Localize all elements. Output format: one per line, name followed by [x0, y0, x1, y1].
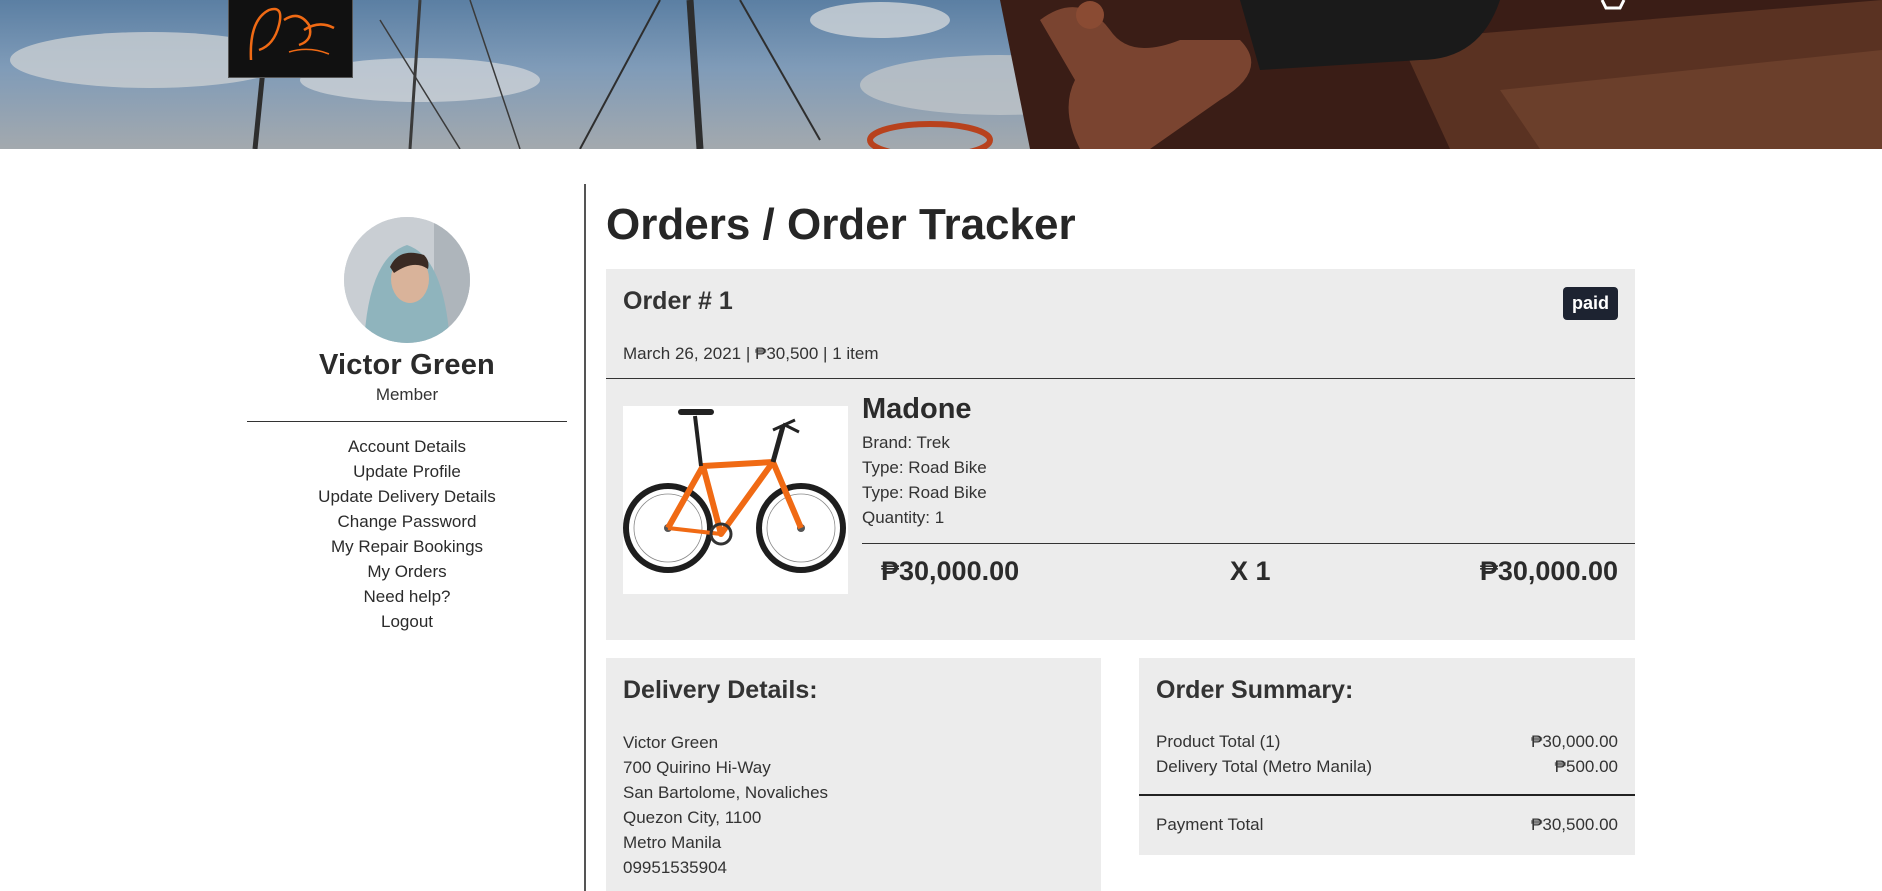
- product-image[interactable]: [623, 406, 848, 594]
- delivery-total-value: ₱500.00: [1554, 757, 1618, 776]
- payment-total-label: Payment Total: [1156, 815, 1264, 834]
- payment-total-value: ₱30,500.00: [1531, 815, 1618, 834]
- delivery-city: Quezon City, 1100: [623, 808, 762, 827]
- summary-row-delivery-total: Delivery Total (Metro Manila) ₱500.00: [1156, 757, 1618, 777]
- summary-row-payment-total: Payment Total ₱30,500.00: [1156, 815, 1618, 835]
- avatar: [344, 217, 470, 343]
- content-separator: [584, 184, 586, 891]
- menu-item-my-orders[interactable]: My Orders: [247, 559, 567, 584]
- menu-item-logout[interactable]: Logout: [247, 609, 567, 634]
- user-role: Member: [375, 385, 439, 404]
- line-total: ₱30,000.00: [1479, 556, 1618, 586]
- user-name: Victor Green: [319, 349, 495, 381]
- item-divider: [862, 543, 1635, 544]
- menu-item-need-help[interactable]: Need help?: [247, 584, 567, 609]
- delivery-phone: 09951535904: [623, 858, 728, 877]
- sidebar-divider: [247, 421, 567, 422]
- menu-item-my-repair-bookings[interactable]: My Repair Bookings: [247, 534, 567, 559]
- delivery-recipient: Victor Green: [623, 733, 719, 752]
- status-badge: paid: [1562, 287, 1618, 320]
- menu-item-change-password[interactable]: Change Password: [247, 509, 567, 534]
- product-brand: Brand: Trek: [862, 433, 950, 452]
- menu-item-update-delivery-details[interactable]: Update Delivery Details: [247, 484, 567, 509]
- menu-item-update-profile[interactable]: Update Profile: [247, 459, 567, 484]
- delivery-address: Victor Green 700 Quirino Hi-Way San Bart…: [623, 730, 828, 880]
- delivery-title: Delivery Details:: [623, 676, 818, 704]
- order-number: Order # 1: [623, 287, 733, 315]
- summary-title: Order Summary:: [1156, 676, 1354, 704]
- delivery-barangay: San Bartolome, Novaliches: [623, 783, 829, 802]
- cart-icon[interactable]: [1600, 0, 1626, 12]
- unit-price: ₱30,000.00: [881, 556, 1020, 586]
- product-quantity: Quantity: 1: [862, 508, 945, 527]
- quantity-multiplier: X 1: [1230, 556, 1271, 586]
- order-meta: March 26, 2021 | ₱30,500 | 1 item: [623, 344, 879, 363]
- delivery-street: 700 Quirino Hi-Way: [623, 758, 771, 777]
- product-total-label: Product Total (1): [1156, 732, 1281, 751]
- summary-row-product-total: Product Total (1) ₱30,000.00: [1156, 732, 1618, 752]
- user-photo: [344, 217, 470, 343]
- account-menu: Account Details Update Profile Update De…: [247, 434, 567, 634]
- product-specs: Brand: Trek Type: Road Bike Type: Road B…: [862, 430, 987, 530]
- summary-divider: [1139, 794, 1635, 796]
- delivery-total-label: Delivery Total (Metro Manila): [1156, 757, 1373, 776]
- delivery-details-card: Delivery Details: Victor Green 700 Quiri…: [606, 658, 1101, 891]
- menu-item-account-details[interactable]: Account Details: [247, 434, 567, 459]
- page-title: Orders / Order Tracker: [606, 200, 1076, 249]
- product-total-value: ₱30,000.00: [1531, 732, 1618, 751]
- product-type: Type: Road Bike: [862, 483, 987, 502]
- order-summary-card: Order Summary: Product Total (1) ₱30,000…: [1139, 658, 1635, 855]
- profile-sidebar: Victor Green Member Account Details Upda…: [247, 184, 567, 634]
- logo-signature-mark: [249, 7, 335, 61]
- hero-banner: [0, 0, 1882, 149]
- bicycle-image: [623, 406, 848, 594]
- shop-logo[interactable]: [228, 0, 353, 78]
- order-divider: [606, 378, 1635, 379]
- product-type: Type: Road Bike: [862, 458, 987, 477]
- product-name[interactable]: Madone: [862, 393, 972, 426]
- delivery-region: Metro Manila: [623, 833, 722, 852]
- order-card: Order # 1 paid March 26, 2021 | ₱30,500 …: [606, 269, 1635, 640]
